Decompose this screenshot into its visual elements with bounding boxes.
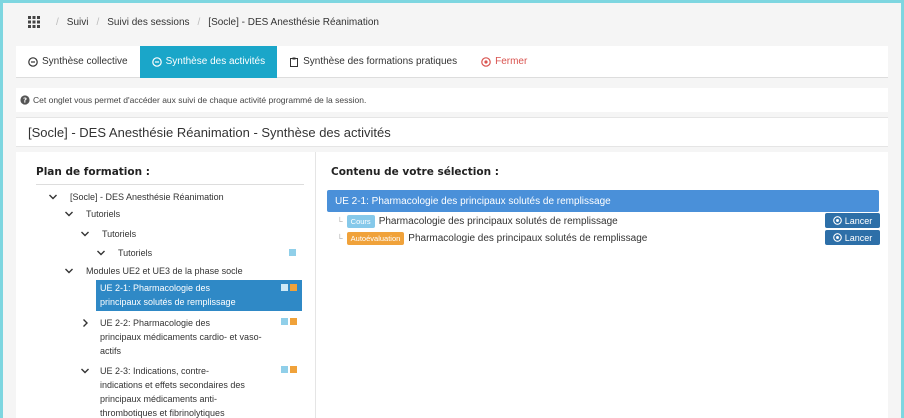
tree-branch-icon: └ — [337, 233, 343, 243]
activity-type-badge: Autoévaluation — [346, 231, 405, 245]
activity-type-marker — [290, 284, 297, 291]
tree-item-label: indications et effets secondaires des — [100, 380, 245, 390]
tab-label: Synthèse collective — [42, 56, 128, 67]
tree-item-ue-2-2[interactable]: UE 2-2: Pharmacologie des principaux méd… — [100, 316, 262, 358]
formation-plan-panel: Plan de formation : [Socle] - DES Anesth… — [16, 152, 316, 418]
main-panel: Plan de formation : [Socle] - DES Anesth… — [16, 152, 888, 418]
tab-label: Synthèse des formations pratiques — [303, 56, 458, 67]
launch-button[interactable]: Lancer — [825, 213, 880, 228]
tree-item-ue-2-3[interactable]: UE 2-3: Indications, contre- indications… — [100, 364, 245, 418]
activity-type-marker — [281, 284, 288, 291]
chevron-down-icon[interactable] — [48, 192, 58, 202]
breadcrumb-separator: / — [96, 16, 100, 28]
breadcrumb-separator: / — [56, 16, 59, 28]
svg-text:?: ? — [23, 97, 27, 105]
tree-item-tutoriels-2[interactable]: Tutoriels — [102, 227, 136, 241]
activity-row-autoevaluation: └ Autoévaluation Pharmacologie des princ… — [337, 230, 877, 246]
tree-item-label: actifs — [100, 346, 122, 356]
chevron-down-icon[interactable] — [64, 209, 74, 219]
clipboard-icon — [290, 57, 299, 67]
tree-item-label: UE 2-3: Indications, contre- — [100, 366, 210, 376]
tree-item-label: principaux solutés de remplissage — [100, 297, 236, 307]
activity-label: Pharmacologie des principaux solutés de … — [408, 232, 648, 244]
chevron-down-icon[interactable] — [96, 248, 106, 258]
activity-type-marker — [289, 249, 296, 256]
tree-item-label: principaux médicaments anti- — [100, 394, 218, 404]
tab-bar: Synthèse collective Synthèse des activit… — [16, 45, 888, 78]
breadcrumb-item-suivi[interactable]: Suivi — [67, 17, 89, 28]
breadcrumb: / Suivi / Suivi des sessions / [Socle] -… — [16, 6, 888, 38]
circle-arrow-icon — [151, 56, 162, 67]
tree-item-label: Tutoriels — [102, 229, 137, 239]
tab-label: Synthèse des activités — [165, 56, 266, 67]
activity-type-marker — [290, 366, 297, 373]
selected-ue-title: UE 2-1: Pharmacologie des principaux sol… — [335, 195, 611, 207]
launch-label: Lancer — [844, 232, 873, 243]
tree-item-tutoriels-3[interactable]: Tutoriels — [118, 246, 152, 260]
activity-type-marker — [281, 366, 288, 373]
launch-label: Lancer — [844, 215, 873, 226]
breadcrumb-item-suivi-sessions[interactable]: Suivi des sessions — [107, 17, 189, 28]
tree-item-label: principaux médicaments cardio- et vaso- — [100, 332, 262, 342]
tab-synthese-formations-pratiques[interactable]: Synthèse des formations pratiques — [277, 46, 469, 78]
tree-item-label: [Socle] - DES Anesthésie Réanimation — [70, 192, 224, 202]
activity-row-cours: └ Cours Pharmacologie des principaux sol… — [337, 213, 877, 229]
tree-item-ue-2-1[interactable]: UE 2-1: Pharmacologie des principaux sol… — [100, 281, 236, 309]
page-title: [Socle] - DES Anesthésie Réanimation - S… — [16, 117, 888, 147]
play-circle-icon — [832, 216, 842, 225]
tree-item-modules-ue2-ue3[interactable]: Modules UE2 et UE3 de la phase socle — [86, 264, 243, 278]
activity-type-badge: Cours — [346, 214, 375, 228]
breadcrumb-item-current: [Socle] - DES Anesthésie Réanimation — [208, 16, 379, 28]
tree-item-tutoriels-1[interactable]: Tutoriels — [86, 207, 120, 221]
chevron-right-icon[interactable] — [80, 318, 90, 328]
close-circle-icon — [481, 56, 491, 67]
circle-arrow-icon — [28, 56, 38, 67]
tab-fermer[interactable]: Fermer — [469, 46, 539, 78]
info-message: ? Cet onglet vous permet d'accéder aux s… — [16, 88, 888, 112]
tree-item-label: Tutoriels — [86, 209, 121, 219]
chevron-down-icon[interactable] — [82, 283, 92, 293]
grid-menu-icon[interactable] — [28, 16, 40, 28]
chevron-down-icon[interactable] — [80, 366, 90, 376]
tab-synthese-activites[interactable]: Synthèse des activités — [139, 45, 278, 78]
info-text: Cet onglet vous permet d'accéder aux sui… — [33, 95, 367, 105]
tree-item-label: Tutoriels — [118, 248, 153, 258]
tree-branch-icon: └ — [337, 216, 343, 226]
launch-button[interactable]: Lancer — [825, 230, 880, 245]
tab-label: Fermer — [495, 56, 528, 67]
breadcrumb-separator: / — [197, 16, 201, 28]
selected-ue-header: UE 2-1: Pharmacologie des principaux sol… — [327, 190, 879, 212]
tree-item-label: UE 2-1: Pharmacologie des — [100, 283, 211, 293]
activity-type-marker — [290, 318, 297, 325]
chevron-down-icon[interactable] — [64, 266, 74, 276]
activity-label: Pharmacologie des principaux solutés de … — [378, 215, 618, 227]
tree-item-label: thrombotiques et fibrinolytiques — [100, 408, 225, 418]
tab-synthese-collective[interactable]: Synthèse collective — [16, 46, 140, 78]
play-circle-icon — [832, 233, 842, 242]
selection-content-title: Contenu de votre sélection : — [331, 166, 499, 178]
divider — [36, 184, 304, 185]
selection-content-panel: Contenu de votre sélection : UE 2-1: Pha… — [317, 152, 888, 418]
question-circle-icon: ? — [20, 95, 30, 105]
formation-plan-title: Plan de formation : — [36, 166, 150, 178]
chevron-down-icon[interactable] — [80, 229, 90, 239]
tree-item-label: Modules UE2 et UE3 de la phase socle — [86, 266, 243, 276]
tree-item-label: UE 2-2: Pharmacologie des — [100, 318, 211, 328]
tree-item-socle[interactable]: [Socle] - DES Anesthésie Réanimation — [70, 190, 224, 204]
activity-type-marker — [281, 318, 288, 325]
